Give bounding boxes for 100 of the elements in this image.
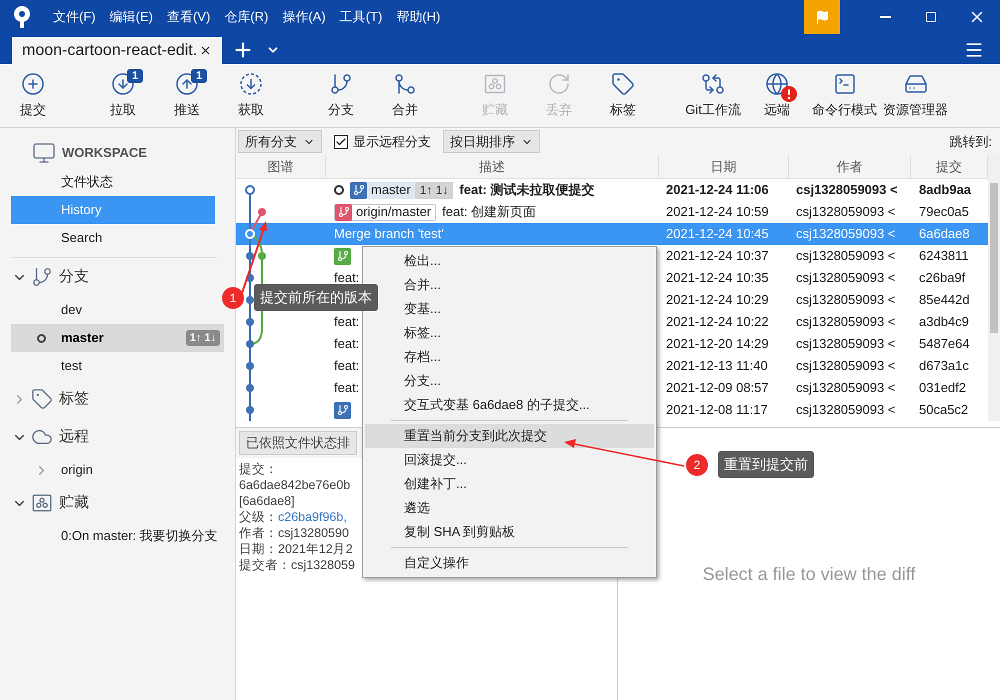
menu-bar-item[interactable]: 编辑(E) [102, 7, 160, 27]
menu-bar-item[interactable]: 仓库(R) [217, 7, 276, 27]
menu-item[interactable]: 回滚提交... [365, 448, 654, 472]
commit-date[interactable]: 2021-12-09 08:57 [666, 380, 769, 396]
repository-tab[interactable]: moon-cartoon-react-edit. [12, 37, 222, 64]
scrollbar[interactable] [988, 155, 1000, 421]
menu-item[interactable]: 交互式变基 6a6dae8 的子提交... [365, 393, 654, 417]
toolbar-button[interactable]: 拉取 1 [91, 68, 155, 124]
section-heading[interactable]: 标签 [59, 388, 89, 410]
menu-item[interactable]: 自定义操作 [365, 551, 654, 575]
commit-date[interactable]: 2021-12-24 11:06 [666, 182, 769, 198]
file-sort-button[interactable]: 已依照文件状态排 [239, 431, 357, 455]
commit-hash: 6243811 [919, 248, 969, 264]
sidebar-item-label: 0:On master: 我要切换分支 [61, 527, 218, 546]
workspace-item[interactable]: 文件状态 [11, 168, 215, 196]
menu-item[interactable]: 检出... [365, 249, 654, 273]
sidebar-item-label: master [61, 329, 104, 348]
commit-date[interactable]: 2021-12-24 10:29 [666, 292, 769, 308]
menu-bar-item[interactable]: 帮助(H) [389, 7, 448, 27]
show-remote-checkbox[interactable]: 显示远程分支 [334, 132, 431, 152]
branch-filter-dropdown[interactable]: 所有分支 [238, 130, 322, 153]
toolbar-button[interactable]: 分支 [309, 68, 373, 124]
commit-date[interactable]: 2021-12-24 10:37 [666, 248, 769, 264]
commit-author: csj1328059093 < [796, 380, 896, 396]
detail-label: 日期： [239, 541, 278, 558]
detail-label: 父级： [239, 509, 278, 526]
toolbar-button[interactable]: 命令行模式 [809, 68, 880, 124]
branch-icon [329, 72, 353, 96]
toolbar-button[interactable]: 标签 [591, 68, 655, 124]
parent-commit-link[interactable]: c26ba9f96b, [278, 509, 347, 526]
commit-date[interactable]: 2021-12-20 14:29 [666, 336, 769, 352]
sidebar-item[interactable]: test [11, 352, 224, 380]
commit-date[interactable]: 2021-12-08 11:17 [666, 402, 768, 418]
column-header[interactable]: 图谱 [236, 155, 326, 178]
commit-date[interactable]: 2021-12-24 10:22 [666, 314, 769, 330]
toolbar-button[interactable]: Git工作流 [681, 68, 745, 124]
commit-hash: d673a1c [919, 358, 969, 374]
check-icon [335, 136, 347, 148]
sidebar-item[interactable]: master 1↑ 1↓ [11, 324, 224, 352]
sidebar-item[interactable]: 0:On master: 我要切换分支 [11, 522, 224, 550]
toolbar-button[interactable]: 合并 [373, 68, 437, 124]
section-heading[interactable]: 分支 [59, 266, 89, 288]
sidebar-item-label: origin [61, 461, 93, 480]
column-header[interactable]: 作者 [789, 155, 911, 178]
menu-bar-item[interactable]: 操作(A) [275, 7, 333, 27]
toolbar-button[interactable]: 资源管理器 [880, 68, 951, 124]
commit-hash: 79ec0a5 [919, 204, 969, 220]
section-heading[interactable]: 远程 [59, 426, 89, 448]
menu-item[interactable]: 存档... [365, 345, 654, 369]
remote-branch-tag[interactable]: origin/master [334, 204, 436, 220]
detail-text: csj1328059 [291, 557, 355, 574]
toolbar-button[interactable]: 获取 [219, 68, 283, 124]
detail-label: 提交者： [239, 557, 291, 574]
branch-tag[interactable]: master [350, 182, 415, 198]
commit-hash: a3db4c9 [919, 314, 969, 330]
sidebar-item[interactable]: dev [11, 296, 224, 324]
count-badge: 1 [191, 68, 208, 82]
commit-message: feat: 测试未拉取便提交 [459, 181, 594, 200]
menu-bar-item[interactable]: 工具(T) [332, 7, 390, 27]
dashed-download-icon [239, 72, 263, 96]
commit-author: csj1328059093 < [796, 402, 896, 418]
annotation-tooltip: 重置到提交前 [718, 451, 814, 478]
commit-hash: c26ba9f [919, 270, 966, 286]
sidebar-item-label: dev [61, 301, 82, 320]
commit-author: csj1328059093 < [796, 336, 896, 352]
close-icon[interactable] [199, 44, 212, 57]
detail-text: [6a6dae8] [239, 493, 295, 510]
diff-empty-message: Select a file to view the diff [702, 562, 916, 586]
menu-bar-item[interactable]: 查看(V) [160, 7, 218, 27]
toolbar-button[interactable]: 远端 [745, 68, 809, 124]
commit-author: csj1328059093 < [796, 314, 896, 330]
detail-text: csj13280590 [278, 525, 349, 542]
section-heading[interactable]: 贮藏 [59, 492, 89, 514]
commit-date[interactable]: 2021-12-13 11:40 [666, 358, 768, 374]
menu-item[interactable]: 标签... [365, 321, 654, 345]
menu-item[interactable]: 重置当前分支到此次提交 [365, 424, 654, 448]
commit-author: csj1328059093 < [796, 248, 896, 264]
plus-circle-icon [21, 72, 45, 96]
toolbar-button[interactable]: 推送 1 [155, 68, 219, 124]
column-header[interactable]: 日期 [659, 155, 789, 178]
commit-author: csj1328059093 < [796, 226, 896, 242]
menu-bar-item[interactable]: 文件(F) [46, 7, 103, 27]
toolbar-button[interactable]: 提交 [1, 68, 65, 124]
commit-message: Merge branch 'test' [334, 225, 444, 244]
sort-dropdown[interactable]: 按日期排序 [443, 130, 540, 153]
menu-item[interactable]: 分支... [365, 369, 654, 393]
globe-icon [765, 72, 789, 96]
detail-text: 2021年12月2 [278, 541, 353, 558]
menu-item[interactable]: 创建补丁... [365, 472, 654, 496]
sidebar-item-label: test [61, 357, 82, 376]
sidebar-item[interactable]: origin [11, 456, 224, 484]
commit-date[interactable]: 2021-12-24 10:59 [666, 204, 769, 220]
workspace-item[interactable]: Search [11, 224, 215, 252]
monitor-icon [32, 141, 56, 165]
commit-date[interactable]: 2021-12-24 10:35 [666, 270, 769, 286]
menu-item[interactable]: 复制 SHA 到剪贴板 [365, 520, 654, 544]
commit-hash: 5487e64 [919, 336, 970, 352]
menu-item[interactable]: 遴选 [365, 496, 654, 520]
tag-icon [31, 388, 53, 410]
column-header[interactable]: 描述 [326, 155, 659, 178]
